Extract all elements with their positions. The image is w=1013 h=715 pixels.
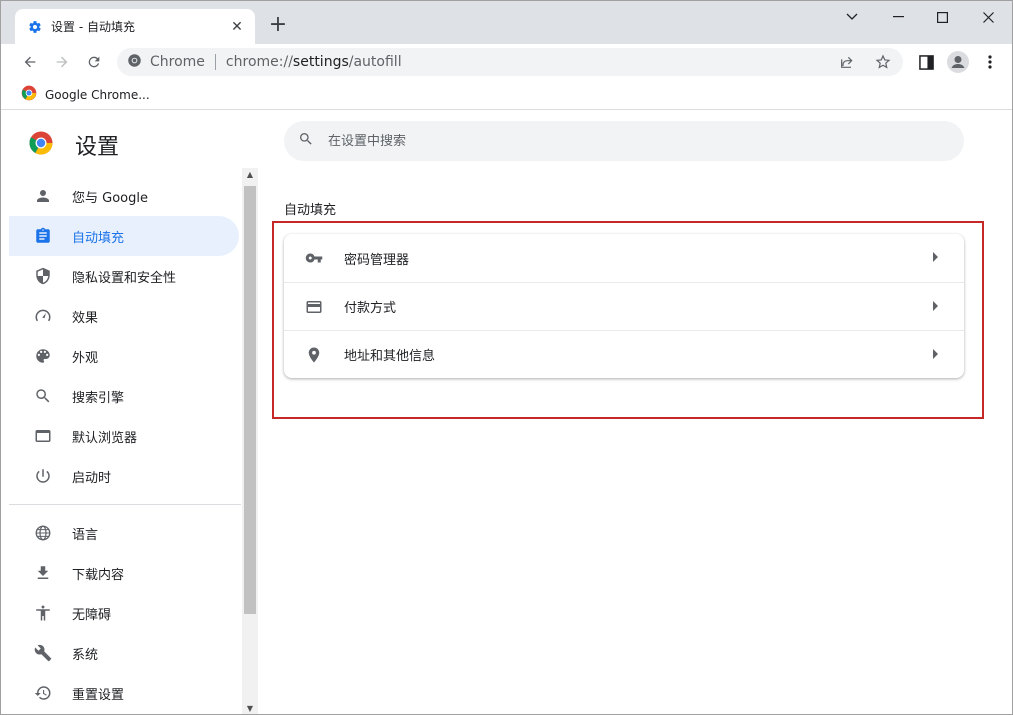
browser-window-icon: [33, 426, 53, 446]
sidebar-item-system[interactable]: 系统: [9, 633, 239, 673]
shield-icon: [33, 266, 53, 286]
chevron-right-icon: [933, 301, 938, 311]
chrome-logo-icon: [127, 53, 142, 72]
profile-avatar[interactable]: [946, 50, 970, 74]
chevron-down-icon[interactable]: [829, 1, 875, 33]
sidebar-item-label: 重置设置: [72, 687, 125, 703]
sidebar-item-performance[interactable]: 效果: [9, 296, 239, 336]
tab-settings[interactable]: 设置 - 自动填充 ✕: [15, 9, 255, 44]
sidebar-item-label: 搜索引擎: [72, 390, 125, 406]
omnibox-divider: [214, 54, 216, 70]
row-label: 地址和其他信息: [344, 349, 436, 364]
sidebar-item-label: 下载内容: [72, 567, 125, 583]
row-label: 密码管理器: [344, 252, 410, 268]
side-panel-icon[interactable]: [914, 50, 938, 74]
palette-icon: [33, 346, 53, 366]
credit-card-icon: [304, 297, 324, 317]
toolbar: Chrome chrome://settings/autofill: [1, 44, 1012, 80]
close-window-button[interactable]: [965, 1, 1011, 33]
sidebar-item-label: 系统: [72, 647, 99, 663]
search-icon: [298, 131, 314, 151]
chrome-logo-icon: [21, 85, 37, 105]
url-text: chrome://settings/autofill: [225, 54, 402, 70]
chrome-logo-icon: [29, 131, 53, 159]
chevron-right-icon: [933, 252, 938, 262]
power-icon: [33, 466, 53, 486]
back-button[interactable]: [18, 50, 42, 74]
sidebar-item-reset[interactable]: 重置设置: [9, 673, 239, 713]
chevron-right-icon: [933, 349, 938, 359]
gear-icon: [27, 19, 43, 35]
page-title: 设置: [75, 135, 120, 160]
sidebar-item-label: 效果: [72, 310, 99, 326]
browser-window: 设置 - 自动填充 ✕ + Chrome chrome://settings/a…: [0, 0, 1013, 715]
settings-header: 设置: [29, 129, 119, 161]
minimize-button[interactable]: [875, 1, 921, 33]
row-password-manager[interactable]: 密码管理器: [284, 234, 964, 282]
scrollbar-thumb[interactable]: [244, 186, 256, 614]
close-tab-icon[interactable]: ✕: [229, 19, 245, 35]
person-icon: [33, 186, 53, 206]
sidebar-item-accessibility[interactable]: 无障碍: [9, 593, 239, 633]
sidebar-scrollbar[interactable]: ▲ ▼: [242, 168, 258, 714]
sidebar-item-appearance[interactable]: 外观: [9, 336, 239, 376]
tab-strip: 设置 - 自动填充 ✕ +: [1, 1, 1012, 44]
bookmarks-bar: Google Chrome...: [1, 80, 1012, 110]
sidebar-item-label: 您与 Google: [72, 190, 148, 206]
settings-sidebar: 您与 Google 自动填充 隐私设置和安全性 效果 外观 搜索引擎 默认浏览器…: [9, 176, 241, 713]
sidebar-divider: [9, 504, 241, 505]
share-icon[interactable]: [839, 54, 855, 74]
row-addresses[interactable]: 地址和其他信息: [284, 330, 964, 378]
search-input[interactable]: [328, 133, 928, 149]
sidebar-item-label: 外观: [72, 350, 99, 366]
settings-search[interactable]: [284, 121, 964, 161]
sidebar-item-autofill[interactable]: 自动填充: [9, 216, 239, 256]
scroll-down-icon[interactable]: ▼: [242, 702, 258, 714]
sidebar-item-privacy[interactable]: 隐私设置和安全性: [9, 256, 239, 296]
sidebar-item-label: 自动填充: [72, 230, 125, 246]
site-label: Chrome: [150, 54, 205, 70]
location-pin-icon: [304, 345, 324, 365]
address-bar[interactable]: Chrome chrome://settings/autofill: [117, 48, 903, 76]
maximize-button[interactable]: [919, 1, 965, 33]
scroll-up-icon[interactable]: ▲: [242, 168, 258, 182]
row-label: 付款方式: [344, 301, 397, 316]
new-tab-button[interactable]: +: [267, 14, 289, 37]
accessibility-icon: [33, 603, 53, 623]
bookmark-item[interactable]: Google Chrome...: [45, 88, 150, 102]
sidebar-item-label: 启动时: [72, 470, 112, 486]
forward-button[interactable]: [50, 50, 74, 74]
sidebar-item-languages[interactable]: 语言: [9, 513, 239, 553]
wrench-icon: [33, 643, 53, 663]
sidebar-item-default-browser[interactable]: 默认浏览器: [9, 416, 239, 456]
sidebar-item-label: 默认浏览器: [72, 430, 138, 446]
history-icon: [33, 683, 53, 703]
settings-page: 设置 您与 Google 自动填充 隐私设置和安全性: [1, 111, 1012, 714]
sidebar-item-search-engine[interactable]: 搜索引擎: [9, 376, 239, 416]
gauge-icon: [33, 306, 53, 326]
download-icon: [33, 563, 53, 583]
sidebar-item-label: 无障碍: [72, 607, 112, 623]
sidebar-item-label: 隐私设置和安全性: [72, 270, 177, 286]
star-icon[interactable]: [875, 54, 891, 74]
sidebar-item-downloads[interactable]: 下载内容: [9, 553, 239, 593]
sidebar-item-label: 语言: [72, 527, 99, 543]
sidebar-item-you-and-google[interactable]: 您与 Google: [9, 176, 239, 216]
section-title: 自动填充: [284, 203, 337, 218]
sidebar-item-on-startup[interactable]: 启动时: [9, 456, 239, 496]
key-icon: [304, 248, 324, 268]
row-payment-methods[interactable]: 付款方式: [284, 282, 964, 330]
tab-title: 设置 - 自动填充: [51, 20, 135, 34]
search-icon: [33, 386, 53, 406]
clipboard-icon: [33, 226, 53, 246]
autofill-card: 密码管理器 付款方式 地址和其他信息: [284, 234, 964, 378]
more-menu-icon[interactable]: [978, 50, 1002, 74]
reload-button[interactable]: [82, 50, 106, 74]
globe-icon: [33, 523, 53, 543]
